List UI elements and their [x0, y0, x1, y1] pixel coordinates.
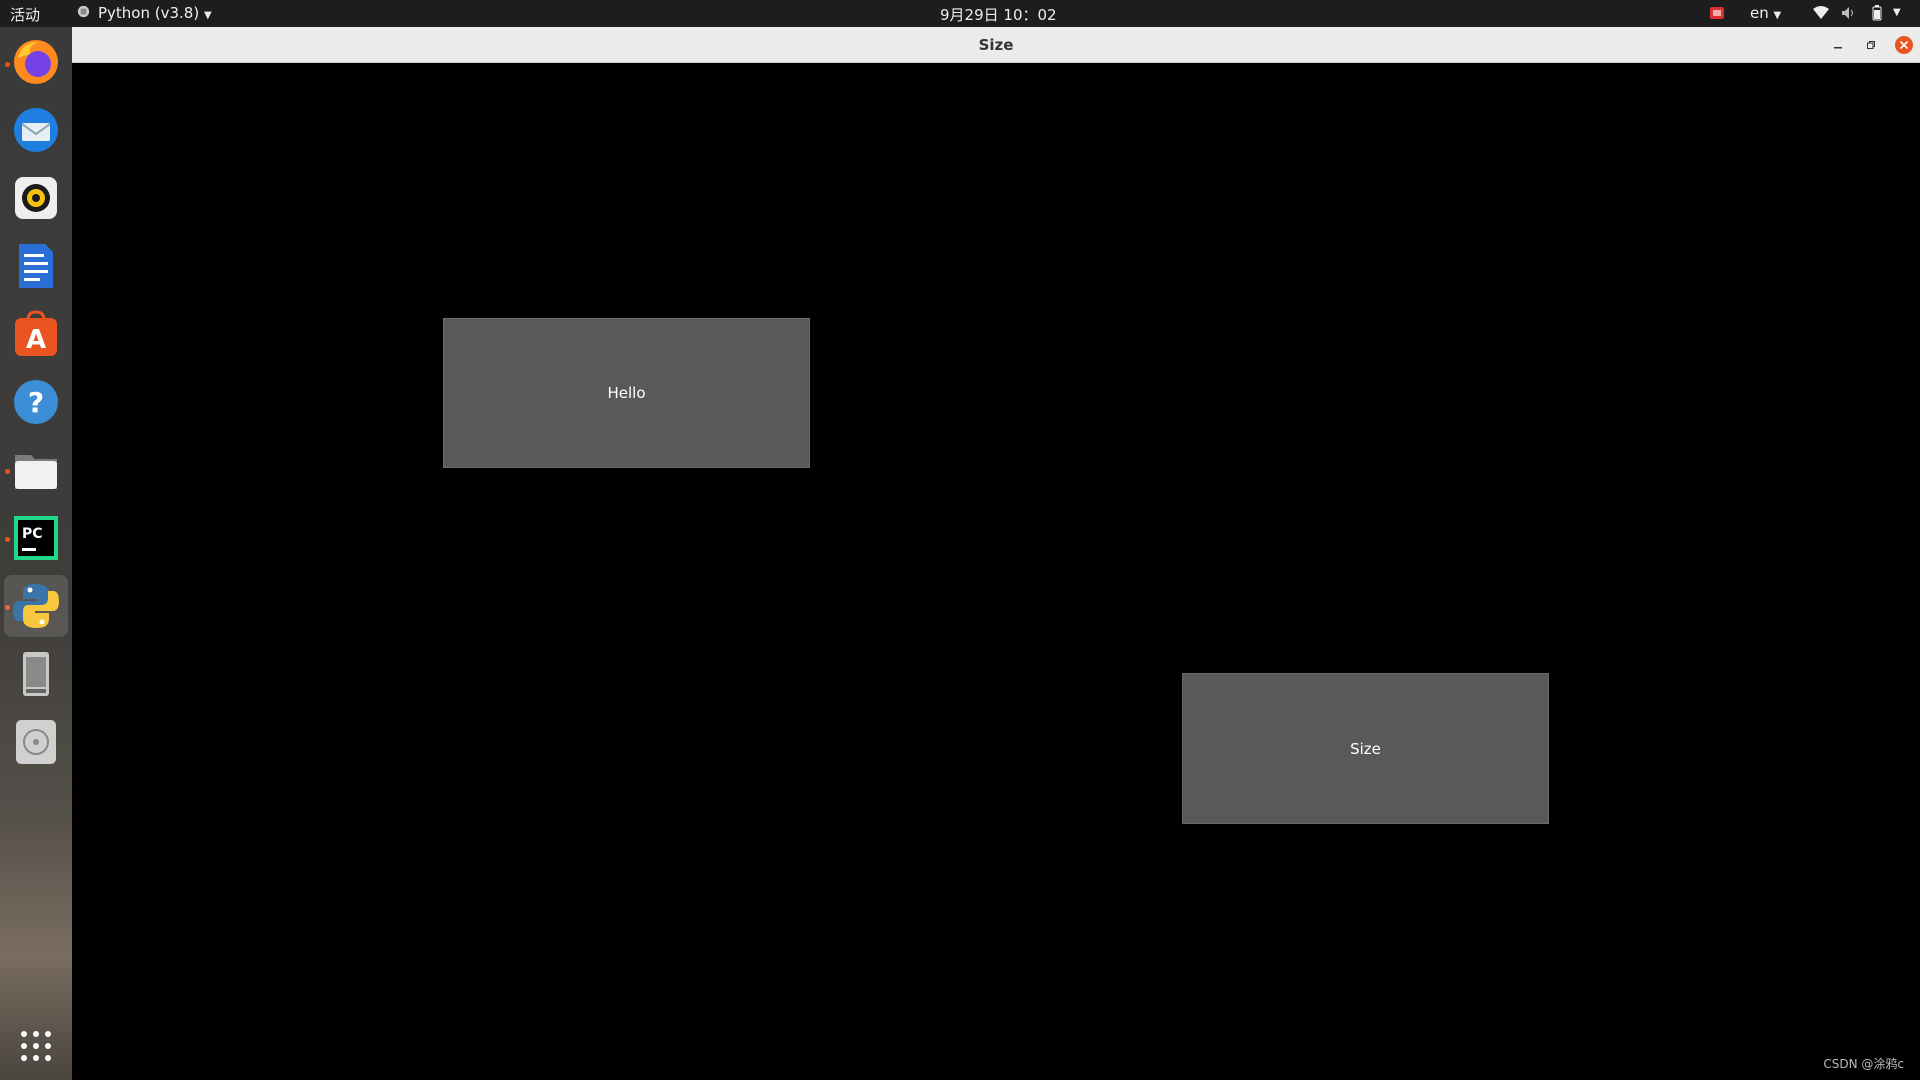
clock[interactable]: 9月29日 10：02 — [940, 4, 1057, 25]
system-menu-chevron-icon[interactable]: ▼ — [1893, 7, 1901, 18]
top-bar: 活动 Python (v3.8) ▼ 9月29日 10：02 en ▼ ▼ — [0, 0, 1920, 27]
help-icon[interactable]: ? — [11, 377, 61, 427]
pycharm-icon[interactable]: PC — [11, 513, 61, 563]
drive-icon[interactable] — [11, 649, 61, 699]
files-icon[interactable] — [11, 445, 61, 495]
language-indicator[interactable]: en ▼ — [1750, 4, 1781, 22]
firefox-icon[interactable] — [11, 37, 61, 87]
restore-button[interactable] — [1861, 35, 1881, 55]
wifi-icon[interactable] — [1812, 5, 1830, 25]
watermark: CSDN @涂鸦c — [1823, 1057, 1904, 1071]
battery-icon[interactable] — [1870, 5, 1884, 25]
svg-text:A: A — [26, 325, 46, 355]
chevron-down-icon: ▼ — [203, 10, 212, 21]
rhythmbox-icon[interactable] — [11, 173, 61, 223]
input-method-icon[interactable] — [1709, 5, 1725, 25]
grid-icon[interactable] — [11, 1021, 61, 1071]
running-indicator — [5, 62, 10, 67]
running-indicator — [5, 469, 10, 474]
app-window: Size Hello Size CSDN @涂鸦c — [72, 27, 1920, 1080]
svg-text:?: ? — [28, 386, 44, 419]
software-center-icon[interactable]: A — [11, 309, 61, 359]
thunderbird-icon[interactable] — [11, 105, 61, 155]
chevron-down-icon: ▼ — [1773, 10, 1782, 21]
python-app-icon[interactable] — [76, 4, 91, 23]
app-menu-label: Python (v3.8) — [98, 4, 200, 22]
python-icon[interactable] — [4, 575, 68, 637]
running-indicator — [5, 537, 10, 542]
language-label: en — [1750, 4, 1769, 22]
window-title: Size — [978, 36, 1014, 54]
svg-text:PC: PC — [22, 526, 43, 542]
close-button[interactable] — [1894, 35, 1914, 55]
app-menu[interactable]: Python (v3.8) ▼ — [98, 4, 212, 22]
activities-button[interactable]: 活动 — [10, 4, 40, 25]
dock: A ? PC — [0, 27, 72, 1080]
volume-icon[interactable] — [1840, 5, 1856, 25]
disc-icon[interactable] — [11, 717, 61, 767]
minimize-button[interactable] — [1828, 35, 1848, 55]
hello-button[interactable]: Hello — [443, 318, 810, 468]
libreoffice-writer-icon[interactable] — [11, 241, 61, 291]
window-titlebar[interactable]: Size — [72, 27, 1920, 63]
size-button[interactable]: Size — [1182, 673, 1549, 824]
